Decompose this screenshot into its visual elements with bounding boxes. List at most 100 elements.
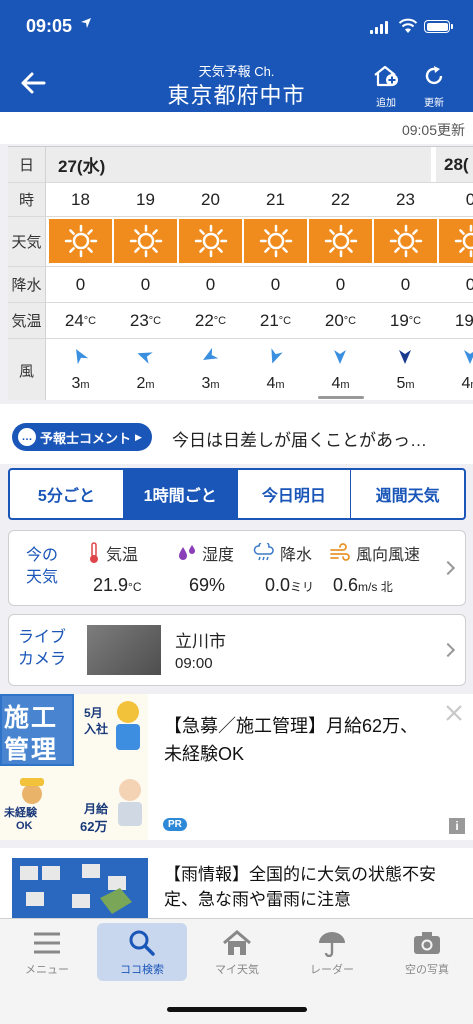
temp-cell: 22 °C bbox=[194, 310, 227, 330]
weather-cell bbox=[244, 219, 307, 263]
add-label: 追加 bbox=[376, 98, 396, 109]
wind-direction-icon bbox=[203, 347, 219, 360]
sunny-icon bbox=[259, 224, 292, 258]
ad-banner-text-salary: 月給 bbox=[84, 802, 109, 816]
add-button[interactable]: 追加 bbox=[368, 64, 404, 109]
obs-wind-label: 風向風速 bbox=[356, 547, 421, 564]
precip-cell: 0 bbox=[438, 267, 473, 302]
weather-cell bbox=[179, 219, 242, 263]
ad-banner-text-join: 入社 bbox=[84, 722, 109, 736]
home-indicator bbox=[167, 1007, 307, 1012]
wind-direction-icon bbox=[271, 348, 283, 364]
sunny-icon bbox=[389, 224, 422, 258]
hour-cell: 20 bbox=[201, 189, 220, 209]
tab-weekly[interactable]: 週間天気 bbox=[351, 470, 464, 518]
ad-banner-construction[interactable]: 施工 管理 5月 入社 未経験 OK 月給 62万 【急募／施工管理】月給62万… bbox=[0, 694, 473, 840]
ad-banner-text-may: 5月 bbox=[84, 706, 103, 720]
tab-radar[interactable]: レーダー bbox=[287, 923, 377, 981]
live-camera-place: 立川市 bbox=[175, 632, 226, 651]
wind-speed: 4m bbox=[266, 375, 285, 392]
rain-info-headline[interactable]: 【雨情報】全国的に大気の状態不安定、急な雨や雷雨に注意 bbox=[164, 862, 464, 912]
row-label-temp: 気温 bbox=[8, 303, 46, 338]
ad-banner-title-2: 管理 bbox=[4, 736, 59, 764]
wind-direction-icon bbox=[399, 350, 411, 364]
obs-temp-label: 気温 bbox=[106, 547, 139, 564]
live-camera-thumbnail[interactable] bbox=[87, 625, 161, 675]
refresh-label: 更新 bbox=[424, 98, 444, 109]
hour-cell: 18 bbox=[71, 189, 90, 209]
live-camera-card[interactable]: ライブ カメラ 立川市 09:00 bbox=[8, 614, 466, 686]
sunny-icon bbox=[64, 224, 97, 258]
tab-search[interactable]: ココ検索 bbox=[97, 923, 187, 981]
wind-speed: 3m bbox=[201, 375, 220, 392]
hour-cell: 0 bbox=[438, 183, 473, 216]
obs-temp-unit: °C bbox=[128, 580, 142, 594]
precip-cell: 0 bbox=[140, 274, 151, 294]
wind-cell: 5m bbox=[373, 339, 438, 400]
humidity-drops-icon bbox=[179, 545, 195, 560]
temp-cell: 24 °C bbox=[64, 310, 97, 330]
play-arrow-icon: ▶ bbox=[135, 431, 142, 442]
precip-cell: 0 bbox=[400, 274, 411, 294]
rain-info-article[interactable]: 【雨情報】全国的に大気の状態不安定、急な雨や雷雨に注意 bbox=[0, 848, 473, 928]
wind-direction-icon bbox=[464, 350, 473, 364]
chevron-right-icon bbox=[440, 560, 456, 576]
current-weather-card[interactable]: 今の 天気 気温 21.9°C 湿度 69% 降水 0.0ミリ 風向風速 0.6… bbox=[8, 530, 466, 606]
search-icon bbox=[129, 930, 155, 956]
row-label-date: 日 bbox=[8, 147, 46, 182]
close-icon[interactable] bbox=[445, 704, 463, 722]
obs-precip: 降水 0.0ミリ bbox=[253, 541, 314, 596]
tab-my-weather[interactable]: マイ天気 bbox=[192, 923, 282, 981]
hour-row: 時 18 19 20 21 22 23 0 bbox=[8, 183, 473, 217]
precip-cell: 0 bbox=[270, 274, 281, 294]
tab-hourly[interactable]: 1時間ごと bbox=[123, 470, 238, 518]
ad-headline[interactable]: 【急募／施工管理】月給62万、未経験OK bbox=[164, 712, 434, 768]
ad-banner-text-inexperienced: 未経験 bbox=[4, 807, 37, 819]
wind-row: 風 3m 2m 3m 4m 4m 5m 4m bbox=[8, 339, 473, 400]
hour-cell: 21 bbox=[266, 189, 285, 209]
umbrella-icon bbox=[319, 932, 345, 957]
speech-bubble-icon: … bbox=[18, 428, 36, 446]
hour-cell: 23 bbox=[396, 189, 415, 209]
precip-cell: 0 bbox=[335, 274, 346, 294]
menu-icon bbox=[34, 932, 60, 954]
refresh-button[interactable]: 更新 bbox=[416, 64, 452, 109]
wind-direction-icon bbox=[76, 349, 89, 365]
forecaster-comment-text: 今日は日差しが届くことがあっ… bbox=[172, 431, 427, 450]
obs-humidity-value: 69% bbox=[189, 575, 226, 595]
row-label-weather: 天気 bbox=[8, 217, 46, 266]
hourly-forecast-table[interactable]: 日 27(水) 28( 時 18 19 20 21 22 23 0 天気 降水 0 0 0 0 0 0… bbox=[8, 146, 473, 400]
wind-icon bbox=[330, 543, 350, 561]
wifi-icon bbox=[398, 18, 418, 33]
home-icon bbox=[223, 930, 251, 955]
wind-direction-icon bbox=[137, 352, 153, 364]
info-icon[interactable]: i bbox=[449, 818, 465, 834]
tab-today-tomorrow[interactable]: 今日明日 bbox=[238, 470, 352, 518]
tab-sky-photos-label: 空の写真 bbox=[405, 964, 449, 976]
wind-cell: 3m bbox=[178, 339, 243, 400]
obs-humidity-label: 湿度 bbox=[202, 547, 235, 564]
current-weather-label: 今の 天気 bbox=[25, 547, 58, 586]
temp-cell: 20 °C bbox=[324, 310, 357, 330]
tab-5min[interactable]: 5分ごと bbox=[10, 470, 124, 518]
wind-cell: 4m bbox=[308, 339, 373, 400]
tab-sky-photos[interactable]: 空の写真 bbox=[382, 923, 472, 981]
tab-menu-label: メニュー bbox=[25, 964, 69, 976]
weather-cell bbox=[114, 219, 177, 263]
forecast-range-tabs: 5分ごと 1時間ごと 今日明日 週間天気 bbox=[8, 468, 466, 520]
precip-cell: 0 bbox=[75, 274, 86, 294]
refresh-icon bbox=[425, 66, 443, 85]
wind-speed: 4m bbox=[461, 375, 473, 392]
date-day1: 27(水) bbox=[46, 147, 431, 182]
temp-cell: 19°C bbox=[454, 310, 473, 330]
obs-wind: 風向風速 0.6m/s 北 bbox=[329, 541, 420, 596]
forecaster-comment[interactable]: … 予報士コメント ▶ 今日は日差しが届くことがあっ… bbox=[0, 404, 473, 464]
sunny-icon bbox=[129, 224, 162, 258]
tab-menu[interactable]: メニュー bbox=[2, 923, 92, 981]
temp-cell: 19°C bbox=[389, 310, 422, 330]
forecaster-comment-badge[interactable]: … 予報士コメント ▶ bbox=[12, 423, 152, 451]
wind-cell: 3m bbox=[48, 339, 113, 400]
wind-cell: 4m bbox=[243, 339, 308, 400]
status-bar: 09:05 bbox=[0, 0, 473, 56]
ad-banner-text-amount: 62万 bbox=[80, 819, 108, 834]
